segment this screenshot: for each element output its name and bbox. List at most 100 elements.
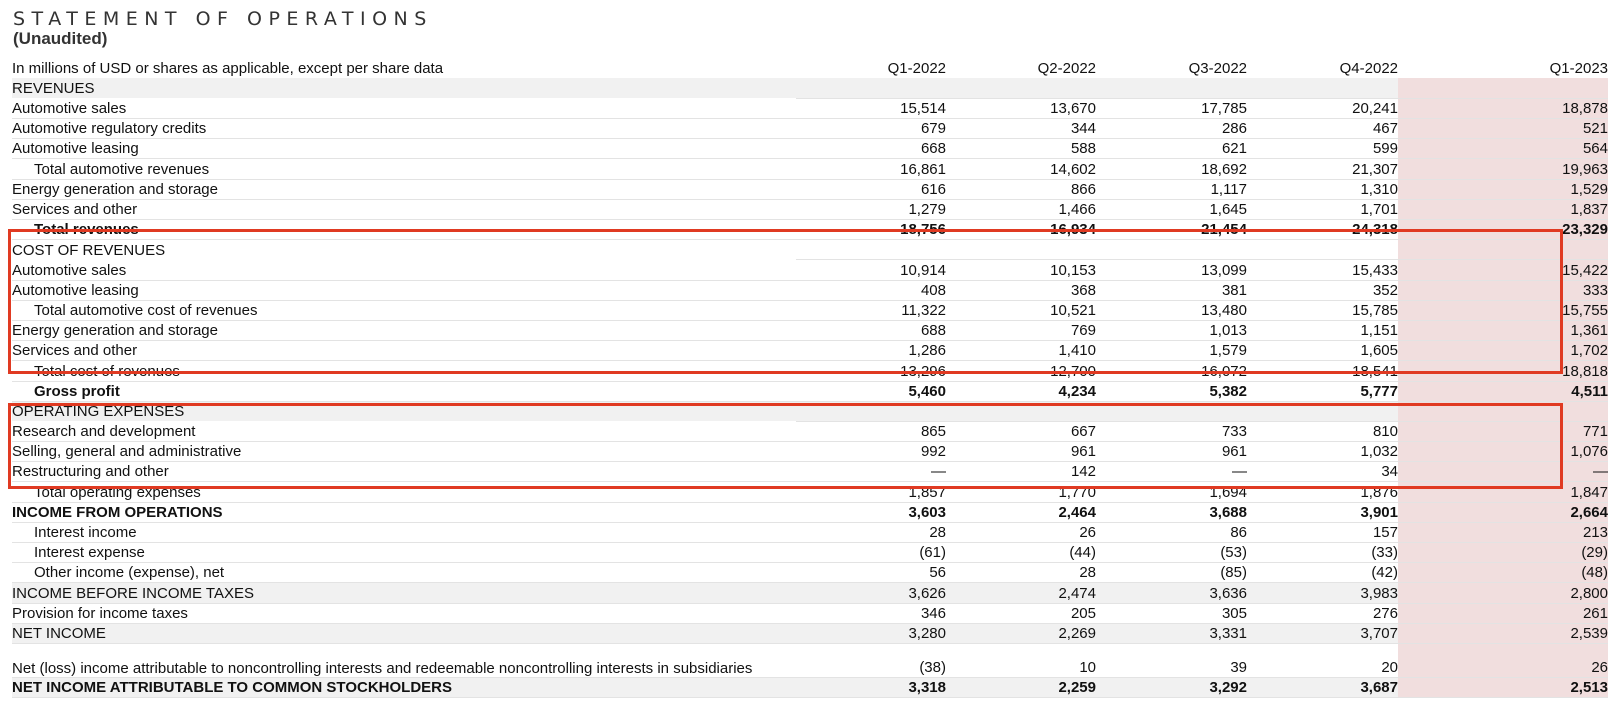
value-cell: 521 <box>1398 118 1608 140</box>
value-cell: 205 <box>946 603 1096 624</box>
value-cell: (42) <box>1247 562 1398 584</box>
value-cell: 28 <box>946 562 1096 584</box>
value-cell: 3,331 <box>1096 623 1247 644</box>
value-cell: 564 <box>1398 138 1608 160</box>
value-cell: 3,983 <box>1247 582 1398 604</box>
table-row: Gross profit 5,460 4,234 5,382 5,777 4,511 <box>12 381 1608 402</box>
row-label: Services and other <box>12 199 796 221</box>
row-label: Gross profit <box>12 381 796 402</box>
value-cell: 344 <box>946 118 1096 140</box>
value-cell: 5,382 <box>1096 381 1247 402</box>
column-header: Q2-2022 <box>1037 60 1096 78</box>
table-row: NET INCOME ATTRIBUTABLE TO COMMON STOCKH… <box>12 677 1608 699</box>
value-cell: 1,529 <box>1398 179 1608 200</box>
cost-of-revenues-highlight-box <box>8 229 1563 374</box>
value-cell <box>796 78 946 99</box>
value-cell: 213 <box>1398 522 1608 544</box>
table-row: Interest expense (61) (44) (53) (33) (29) <box>12 542 1608 564</box>
value-cell: 1,701 <box>1247 199 1398 221</box>
table-row: REVENUES <box>12 78 1608 99</box>
value-cell: 3,636 <box>1096 582 1247 604</box>
row-label: Provision for income taxes <box>12 603 796 624</box>
value-cell: (53) <box>1096 542 1247 564</box>
value-cell <box>1096 78 1247 99</box>
value-cell: 2,664 <box>1398 502 1608 523</box>
value-cell: (48) <box>1398 562 1608 584</box>
value-cell: 157 <box>1247 522 1398 544</box>
value-cell: 1,645 <box>1096 199 1247 221</box>
row-label: Automotive sales <box>12 98 796 120</box>
value-cell: 588 <box>946 138 1096 160</box>
row-label: NET INCOME <box>12 623 796 644</box>
value-cell: 10 <box>946 643 1096 678</box>
value-cell: (33) <box>1247 542 1398 564</box>
table-row: INCOME FROM OPERATIONS 3,603 2,464 3,688 3,9… <box>12 502 1608 523</box>
value-cell: 276 <box>1247 603 1398 624</box>
table-row: Automotive regulatory credits 679 344 286 46… <box>12 118 1608 140</box>
table-row: Total automotive revenues 16,861 14,602 18,… <box>12 158 1608 180</box>
row-label: Automotive leasing <box>12 138 796 160</box>
value-cell <box>1398 78 1608 99</box>
value-cell <box>946 78 1096 99</box>
table-row: Services and other 1,279 1,466 1,645 1,701 1,… <box>12 199 1608 221</box>
value-cell: 3,707 <box>1247 623 1398 644</box>
value-cell: 20,241 <box>1247 98 1398 120</box>
value-cell: 2,464 <box>946 502 1096 523</box>
table-row: Net (loss) income attributable to noncon… <box>12 643 1608 678</box>
value-cell: 668 <box>796 138 946 160</box>
row-label: Automotive regulatory credits <box>12 118 796 140</box>
table-row: Provision for income taxes 346 205 305 276 26… <box>12 603 1608 624</box>
value-cell: 2,513 <box>1398 677 1608 699</box>
page-title: STATEMENT OF OPERATIONS <box>13 8 433 30</box>
value-cell: 3,292 <box>1096 677 1247 699</box>
column-header: Q1-2023 <box>1549 60 1608 78</box>
row-label: Interest expense <box>12 542 796 564</box>
value-cell: 14,602 <box>946 158 1096 180</box>
value-cell: 616 <box>796 179 946 200</box>
table-header-row: In millions of USD or shares as applicab… <box>12 58 1608 78</box>
value-cell: 3,626 <box>796 582 946 604</box>
table-row: Automotive sales 15,514 13,670 17,785 20,241… <box>12 98 1608 120</box>
column-header: Q1-2022 <box>887 60 946 78</box>
row-label: Net (loss) income attributable to noncon… <box>12 643 796 678</box>
value-cell: (38) <box>796 643 946 678</box>
value-cell: 1,310 <box>1247 179 1398 200</box>
value-cell: 261 <box>1398 603 1608 624</box>
row-label: Total automotive revenues <box>12 158 796 180</box>
value-cell: 4,234 <box>946 381 1096 402</box>
value-cell: 305 <box>1096 603 1247 624</box>
value-cell: 467 <box>1247 118 1398 140</box>
table-row: NET INCOME 3,280 2,269 3,331 3,707 2,539 <box>12 623 1608 644</box>
value-cell: 4,511 <box>1398 381 1608 402</box>
value-cell: 2,800 <box>1398 582 1608 604</box>
value-cell: 1,466 <box>946 199 1096 221</box>
value-cell: 2,474 <box>946 582 1096 604</box>
value-cell: 19,963 <box>1398 158 1608 180</box>
value-cell: 18,878 <box>1398 98 1608 120</box>
column-header: Q3-2022 <box>1188 60 1247 78</box>
value-cell: 13,670 <box>946 98 1096 120</box>
row-label: NET INCOME ATTRIBUTABLE TO COMMON STOCKH… <box>12 677 796 699</box>
value-cell: 2,269 <box>946 623 1096 644</box>
operating-expenses-highlight-box <box>8 403 1563 489</box>
table-row: Other income (expense), net 56 28 (85) (42)(… <box>12 562 1608 584</box>
value-cell: 56 <box>796 562 946 584</box>
value-cell: (85) <box>1096 562 1247 584</box>
value-cell: 1,117 <box>1096 179 1247 200</box>
value-cell: 39 <box>1096 643 1247 678</box>
value-cell: 3,688 <box>1096 502 1247 523</box>
value-cell: (29) <box>1398 542 1608 564</box>
value-cell: 1,837 <box>1398 199 1608 221</box>
value-cell: 21,307 <box>1247 158 1398 180</box>
value-cell: 16,861 <box>796 158 946 180</box>
table-row: Energy generation and storage 616 866 1,117… <box>12 179 1608 200</box>
table-row: Automotive leasing 668 588 621 599 564 <box>12 138 1608 160</box>
value-cell: 15,514 <box>796 98 946 120</box>
value-cell: 2,539 <box>1398 623 1608 644</box>
value-cell: 286 <box>1096 118 1247 140</box>
value-cell: 3,280 <box>796 623 946 644</box>
value-cell: 86 <box>1096 522 1247 544</box>
value-cell: 26 <box>1398 643 1608 678</box>
row-label: Energy generation and storage <box>12 179 796 200</box>
table-row: Interest income 28 26 86 157 213 <box>12 522 1608 544</box>
